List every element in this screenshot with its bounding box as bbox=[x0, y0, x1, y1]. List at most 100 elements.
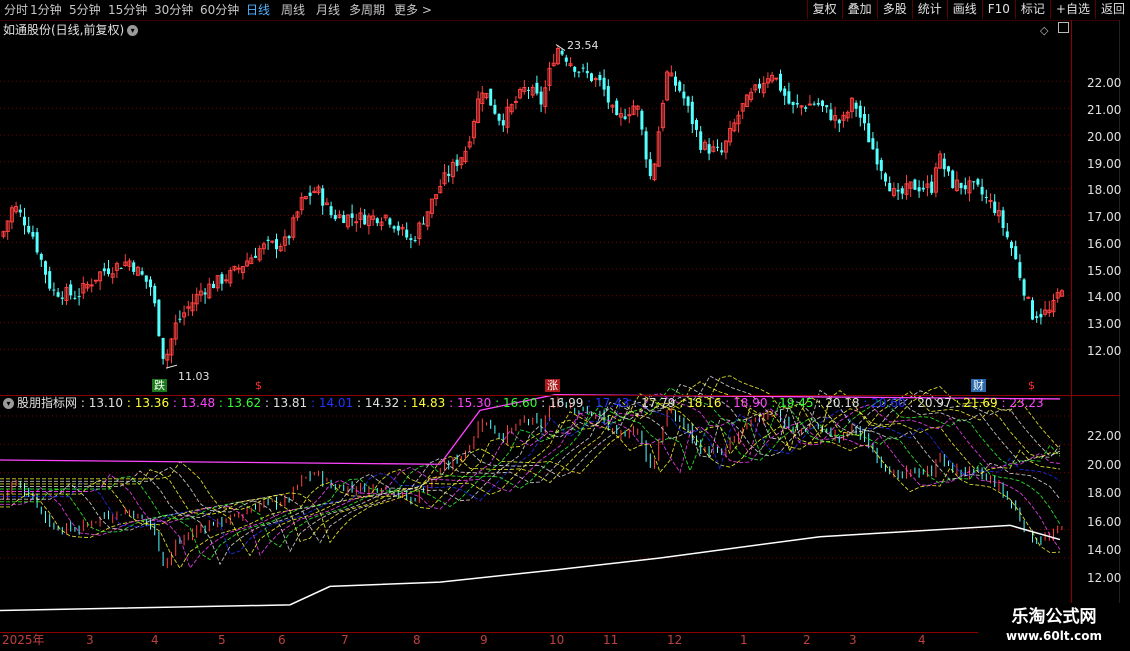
watermark-logo: 乐淘公式网 www.60lt.com bbox=[978, 603, 1130, 650]
period-tab-more[interactable]: 更多 > bbox=[394, 2, 432, 18]
period-tab-daily[interactable]: 日线 bbox=[246, 2, 270, 18]
candle-body bbox=[1031, 300, 1034, 320]
candle-body bbox=[640, 110, 644, 130]
high-pointer bbox=[555, 44, 566, 51]
fuquan-button[interactable]: 复权 bbox=[806, 0, 842, 19]
candle-body bbox=[220, 274, 224, 284]
period-tab-5min[interactable]: 5分钟 bbox=[69, 2, 101, 18]
kline-chart[interactable] bbox=[0, 20, 1071, 632]
candle-body bbox=[388, 218, 392, 225]
candle-body bbox=[791, 101, 795, 106]
date-tick: 5 bbox=[218, 633, 226, 647]
mark-button[interactable]: 标记 bbox=[1014, 0, 1050, 19]
candle-body bbox=[308, 192, 312, 196]
price-tick: 15.00 bbox=[1087, 264, 1122, 278]
candle-body bbox=[107, 268, 110, 275]
candle-body bbox=[879, 160, 883, 171]
draw-line-button[interactable]: 画线 bbox=[946, 0, 982, 19]
marker-dollar[interactable]: $ bbox=[1026, 379, 1037, 392]
period-tab-1min[interactable]: 1分钟 bbox=[30, 2, 62, 18]
candle-body bbox=[947, 166, 950, 172]
candle-body bbox=[44, 261, 47, 275]
watermark-url: www.60lt.com bbox=[1005, 629, 1103, 643]
marker-dollar[interactable]: $ bbox=[253, 379, 264, 392]
candle-body bbox=[18, 209, 22, 213]
indicator-value: : 13.81 bbox=[261, 396, 308, 410]
candle-body bbox=[254, 255, 257, 258]
candle-body bbox=[455, 159, 459, 166]
candle-body bbox=[56, 292, 60, 297]
candle-body bbox=[392, 226, 396, 229]
candle-body bbox=[266, 239, 270, 241]
indicator-value: : 20.60 bbox=[859, 396, 906, 410]
candle-body bbox=[804, 107, 808, 109]
candle-body bbox=[825, 105, 829, 108]
date-tick: 7 bbox=[341, 633, 349, 647]
period-tab-fenshi[interactable]: 分时 bbox=[4, 2, 28, 18]
candle-body bbox=[52, 289, 56, 291]
period-tab-30min[interactable]: 30分钟 bbox=[154, 2, 193, 18]
candle-body bbox=[1039, 313, 1043, 318]
candle-body bbox=[720, 150, 724, 153]
period-tab-weekly[interactable]: 周线 bbox=[281, 2, 305, 18]
chevron-down-icon[interactable]: ▾ bbox=[3, 398, 14, 409]
candle-body bbox=[144, 275, 148, 282]
candle-body bbox=[93, 279, 98, 282]
date-tick: 3 bbox=[849, 633, 857, 647]
low-price-label: 11.03 bbox=[178, 370, 210, 383]
period-tab-15min[interactable]: 15分钟 bbox=[108, 2, 147, 18]
candle-body bbox=[674, 76, 677, 86]
candle-body bbox=[590, 73, 593, 82]
candle-body bbox=[35, 232, 39, 253]
multi-stock-button[interactable]: 多股 bbox=[876, 0, 912, 19]
candle-body bbox=[501, 120, 505, 126]
date-tick: 2025年 bbox=[2, 633, 45, 647]
marker-rise[interactable]: 涨 bbox=[545, 379, 560, 392]
period-tab-monthly[interactable]: 月线 bbox=[316, 2, 340, 18]
candle-body bbox=[787, 91, 791, 104]
candle-body bbox=[644, 131, 648, 160]
watermark-title: 乐淘公式网 bbox=[1011, 607, 1097, 627]
indicator-value: : 13.10 bbox=[77, 396, 124, 410]
candle-body bbox=[527, 89, 530, 91]
indicator-value: : 17.43 bbox=[583, 396, 630, 410]
date-tick: 4 bbox=[918, 633, 926, 647]
candle-body bbox=[812, 103, 816, 105]
candle-body bbox=[963, 185, 967, 190]
candle-body bbox=[699, 131, 703, 150]
price-tick: 14.00 bbox=[1087, 290, 1122, 304]
candle-body bbox=[682, 91, 686, 99]
candle-body bbox=[816, 103, 820, 105]
marker-finance[interactable]: 财 bbox=[971, 379, 986, 392]
candle-body bbox=[573, 66, 577, 72]
candle-body bbox=[149, 279, 152, 288]
indicator-value: : 21.69 bbox=[951, 396, 998, 410]
price-tick: 16.00 bbox=[1087, 237, 1122, 251]
candle-body bbox=[577, 71, 581, 73]
candle-body bbox=[153, 285, 157, 304]
price-tick: 13.00 bbox=[1087, 317, 1122, 331]
f10-button[interactable]: F10 bbox=[981, 0, 1015, 19]
add-watchlist-button[interactable]: +自选 bbox=[1049, 0, 1095, 19]
overlay-button[interactable]: 叠加 bbox=[841, 0, 877, 19]
candle-body bbox=[888, 182, 892, 192]
candle-body bbox=[409, 238, 413, 241]
candle-body bbox=[871, 138, 875, 150]
candle-body bbox=[1018, 262, 1022, 278]
period-tab-multi[interactable]: 多周期 bbox=[349, 2, 385, 18]
candle-body bbox=[980, 186, 984, 195]
candle-body bbox=[623, 116, 627, 119]
period-tab-60min[interactable]: 60分钟 bbox=[200, 2, 239, 18]
candle-body bbox=[1022, 279, 1026, 296]
candle-body bbox=[119, 267, 123, 269]
stats-button[interactable]: 统计 bbox=[911, 0, 947, 19]
period-toolbar: 分时 1分钟 5分钟 15分钟 30分钟 60分钟 日线 周线 月线 多周期 更… bbox=[0, 0, 1130, 21]
candle-body bbox=[333, 214, 337, 220]
candle-body bbox=[648, 159, 652, 177]
back-button[interactable]: 返回 bbox=[1094, 0, 1130, 19]
candle-body bbox=[287, 236, 291, 239]
candle-body bbox=[493, 104, 497, 114]
marker-fall[interactable]: 跌 bbox=[152, 379, 167, 392]
candle-body bbox=[539, 91, 543, 105]
candle-body bbox=[203, 292, 207, 295]
